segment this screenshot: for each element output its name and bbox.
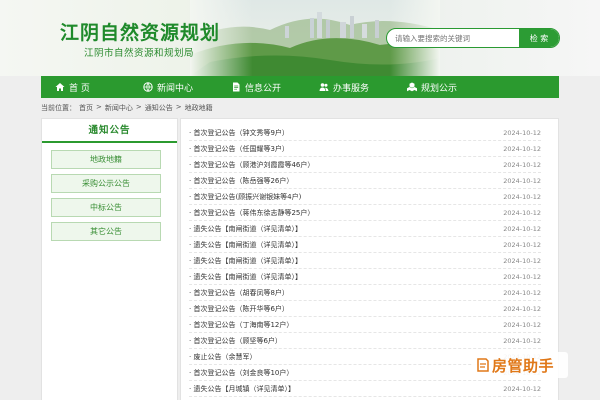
house-doc-icon [477,358,489,372]
nav-item-home[interactable]: 首 页 [41,76,129,98]
breadcrumb-link-news[interactable]: 新闻中心 [105,103,133,113]
list-item-date: 2024-10-12 [503,256,541,265]
list-item-title[interactable]: · 首次登记公告（刘金良等10户） [189,368,501,378]
list-item[interactable]: · 首次登记公告（顾港沪刘霞霞等46户） 2024-10-12 [189,157,541,173]
list-item[interactable]: · 首次登记公告（蒋伟东徐志静等25户） 2024-10-12 [189,205,541,221]
list-item-title[interactable]: · 首次登记公告(顾振兴谢银妹等4户) [189,192,501,202]
breadcrumb-prefix: 当前位置： [41,104,76,112]
breadcrumb-separator: > [135,103,142,111]
list-item-title[interactable]: · 废止公告（余慧军） [189,352,501,362]
list-item[interactable]: · 遗失公告【南闸街道（详见清单）】 2024-10-12 [189,221,541,237]
nav-label: 首 页 [69,83,90,94]
nav-label: 办事服务 [333,83,370,94]
sidebar-title: 通知公告 [42,119,177,143]
watermark-text: 房管助手 [492,356,555,375]
breadcrumb-separator: > [96,103,102,111]
list-item-title[interactable]: · 首次登记公告（丁海南等12户） [189,320,501,330]
list-item-date: 2024-10-12 [503,192,541,201]
list-item-title[interactable]: · 首次登记公告（任国耀等3户） [189,144,501,154]
search-box: 检 索 [386,28,560,48]
breadcrumb-separator: > [175,103,182,111]
globe-icon [143,82,153,92]
list-item[interactable]: · 遗失公告【月城镇（详见清单）】 2024-10-12 [189,381,541,397]
list-item[interactable]: · 首次登记公告（任国耀等3户） 2024-10-12 [189,141,541,157]
search-button[interactable]: 检 索 [519,29,559,47]
list-item-date: 2024-10-12 [503,320,541,329]
site-title[interactable]: 江阴自然资源规划 [60,18,220,45]
sidebar-item-bid-award[interactable]: 中标公告 [51,198,161,217]
sidebar-item-procurement[interactable]: 采购公示公告 [51,174,161,193]
list-item-date: 2024-10-12 [503,384,541,393]
list-item[interactable]: · 遗失公告【南闸街道（详见清单）】 2024-10-12 [189,237,541,253]
list-item-title[interactable]: · 遗失公告【南闸街道（详见清单）】 [189,272,501,282]
site-header: 江阴自然资源规划 江阴市自然资源和规划局 检 索 [0,0,600,76]
list-item-title[interactable]: · 首次登记公告（陈岳强等26户） [189,176,501,186]
list-item-title[interactable]: · 遗失公告【南闸街道（详见清单）】 [189,224,501,234]
list-item-title[interactable]: · 首次登记公告（钟文秀等9户） [189,128,501,138]
nav-label: 信息公开 [245,83,282,94]
search-input[interactable] [387,29,519,47]
list-item-date: 2024-10-12 [503,128,541,137]
list-item-title[interactable]: · 首次登记公告（胡春凤等8户） [189,288,501,298]
nav-label: 规划公示 [421,83,458,94]
list-item[interactable]: · 首次登记公告(顾振兴谢银妹等4户) 2024-10-12 [189,189,541,205]
list-item[interactable]: · 遗失公告【南闸街道（详见清单）】 2024-10-12 [189,253,541,269]
main-nav: 首 页 新闻中心 信息公开 办事服务 规划公示 [41,76,559,98]
breadcrumb-link-home[interactable]: 首页 [79,103,93,113]
list-item-date: 2024-10-12 [503,144,541,153]
list-item-title[interactable]: · 遗失公告【南闸街道（详见清单）】 [189,240,501,250]
document-icon [233,82,240,92]
list-item[interactable]: · 首次登记公告（顾坚等6户） 2024-10-12 [189,333,541,349]
nav-item-service[interactable]: 办事服务 [305,76,393,98]
list-item-date: 2024-10-12 [503,304,541,313]
list-item[interactable]: · 首次登记公告（陈岳强等26户） 2024-10-12 [189,173,541,189]
list-item[interactable]: · 首次登记公告（陈开华等6户） 2024-10-12 [189,301,541,317]
home-icon [55,83,65,91]
sidebar: 通知公告 地政地籍 采购公示公告 中标公告 其它公告 [41,118,178,400]
nav-item-news[interactable]: 新闻中心 [129,76,217,98]
list-item[interactable]: · 首次登记公告（胡春凤等8户） 2024-10-12 [189,285,541,301]
list-item-date: 2024-10-12 [503,176,541,185]
cubes-icon [407,82,417,92]
nav-item-planning[interactable]: 规划公示 [393,76,481,98]
nav-label: 新闻中心 [157,83,194,94]
sidebar-item-land-registry[interactable]: 地政地籍 [51,150,161,169]
breadcrumb-link-notice[interactable]: 通知公告 [145,103,173,113]
list-item-title[interactable]: · 遗失公告【南闸街道（详见清单）】 [189,256,501,266]
list-item-title[interactable]: · 首次登记公告（顾港沪刘霞霞等46户） [189,160,501,170]
people-icon [319,83,329,91]
list-item-date: 2024-10-12 [503,160,541,169]
watermark: 房管助手 [472,352,568,378]
list-item-title[interactable]: · 遗失公告【月城镇（详见清单）】 [189,384,501,394]
list-item-date: 2024-10-12 [503,240,541,249]
list-item[interactable]: · 首次登记公告（钟文秀等9户） 2024-10-12 [189,125,541,141]
list-item-date: 2024-10-12 [503,288,541,297]
list-item-date: 2024-10-12 [503,208,541,217]
list-item[interactable]: · 遗失公告【南闸街道（详见清单）】 2024-10-12 [189,269,541,285]
site-subtitle: 江阴市自然资源和规划局 [84,48,195,59]
breadcrumb: 当前位置： 首页 > 新闻中心 > 通知公告 > 地政地籍 [41,103,213,113]
list-item-title[interactable]: · 首次登记公告（蒋伟东徐志静等25户） [189,208,501,218]
list-item-title[interactable]: · 首次登记公告（陈开华等6户） [189,304,501,314]
sidebar-item-other[interactable]: 其它公告 [51,222,161,241]
list-item-title[interactable]: · 首次登记公告（顾坚等6户） [189,336,501,346]
list-item-date: 2024-10-12 [503,272,541,281]
list-item-date: 2024-10-12 [503,336,541,345]
list-item-date: 2024-10-12 [503,224,541,233]
breadcrumb-current[interactable]: 地政地籍 [185,103,213,113]
list-item[interactable]: · 首次登记公告（丁海南等12户） 2024-10-12 [189,317,541,333]
nav-item-info[interactable]: 信息公开 [217,76,305,98]
